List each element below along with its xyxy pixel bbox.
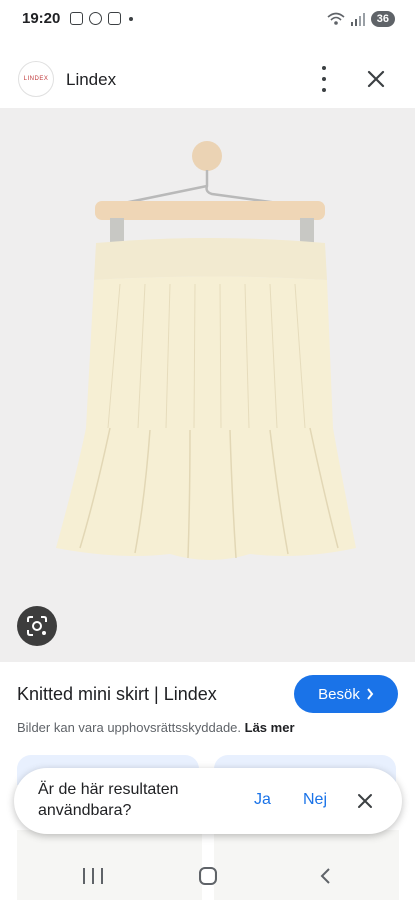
recents-icon[interactable]	[83, 868, 103, 884]
signal-icon	[350, 12, 365, 26]
close-button[interactable]	[363, 66, 389, 92]
close-icon[interactable]	[357, 793, 373, 809]
lens-search-button[interactable]	[17, 606, 57, 646]
more-notifications-icon	[129, 16, 133, 21]
back-icon[interactable]	[318, 867, 332, 885]
learn-more-link[interactable]: Läs mer	[245, 720, 295, 735]
status-time: 19:20	[22, 10, 61, 27]
system-icons: 36	[327, 11, 395, 27]
visit-button-label: Besök	[318, 685, 360, 703]
home-icon[interactable]	[199, 867, 217, 885]
site-name[interactable]: Lindex	[66, 70, 116, 90]
google-lens-icon	[27, 616, 47, 636]
product-title[interactable]: Knitted mini skirt | Lindex	[17, 684, 217, 705]
wifi-icon	[327, 12, 345, 25]
feedback-no-button[interactable]: Nej	[303, 791, 327, 809]
source-header: LINDEX Lindex	[0, 38, 415, 108]
chevron-right-icon	[367, 688, 374, 700]
site-logo-text: LINDEX	[23, 76, 49, 82]
chrome-icon	[89, 12, 102, 25]
visit-button[interactable]: Besök	[294, 675, 398, 713]
feedback-question: Är de här resultaten användbara?	[38, 781, 179, 819]
status-bar: 19:20 36	[0, 0, 415, 38]
battery-indicator: 36	[370, 11, 395, 27]
feedback-yes-button[interactable]: Ja	[254, 791, 271, 809]
product-image[interactable]	[0, 108, 415, 662]
site-logo[interactable]: LINDEX	[18, 61, 54, 97]
message-icon	[108, 12, 121, 25]
feedback-card: Är de här resultaten användbara? Ja Nej	[14, 768, 402, 834]
notification-icons	[70, 12, 133, 25]
more-vert-icon	[322, 66, 326, 70]
more-options-button[interactable]	[312, 66, 336, 92]
system-nav-bar	[0, 852, 415, 900]
skirt-photo	[56, 141, 356, 560]
copyright-text: Bilder kan vara upphovsrättsskyddade.	[17, 720, 242, 735]
copyright-notice: Bilder kan vara upphovsrättsskyddade. Lä…	[17, 720, 295, 735]
screenshot-icon	[70, 12, 83, 25]
